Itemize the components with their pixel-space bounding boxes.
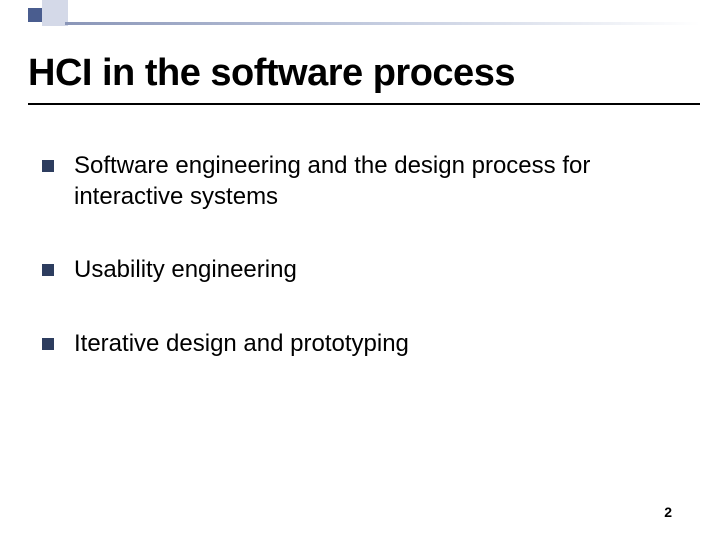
bullet-text: Usability engineering xyxy=(74,254,660,285)
bullet-square-icon xyxy=(42,338,54,350)
deco-square-dark xyxy=(28,8,42,22)
bullet-list: Software engineering and the design proc… xyxy=(42,150,660,401)
slide-top-decoration xyxy=(0,0,720,30)
list-item: Software engineering and the design proc… xyxy=(42,150,660,212)
list-item: Usability engineering xyxy=(42,254,660,285)
list-item: Iterative design and prototyping xyxy=(42,328,660,359)
page-number: 2 xyxy=(664,504,672,520)
bullet-text: Software engineering and the design proc… xyxy=(74,150,660,212)
bullet-square-icon xyxy=(42,160,54,172)
bullet-square-icon xyxy=(42,264,54,276)
title-underline xyxy=(28,103,700,105)
slide-title: HCI in the software process xyxy=(28,52,515,95)
bullet-text: Iterative design and prototyping xyxy=(74,328,660,359)
deco-gradient-line xyxy=(65,22,700,25)
